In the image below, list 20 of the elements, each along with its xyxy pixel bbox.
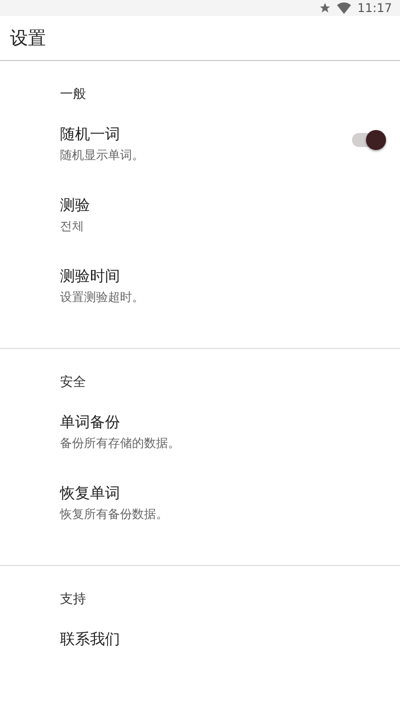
setting-summary: 备份所有存储的数据。: [60, 435, 181, 452]
setting-title[interactable]: 恢复单词: [60, 484, 386, 503]
wifi-icon: [337, 2, 352, 14]
section-title: 一般: [60, 86, 87, 104]
setting-summary: 恢复所有备份数据。: [60, 506, 169, 523]
section-title: 安全: [60, 374, 87, 392]
setting-summary: 전체: [60, 218, 85, 235]
switch-thumb[interactable]: [366, 130, 386, 150]
setting-title[interactable]: 随机一词: [60, 125, 352, 144]
setting-summary: 设置测验超时。: [60, 289, 145, 306]
setting-title[interactable]: 测验: [60, 196, 386, 215]
setting-summary: 随机显示单词。: [60, 147, 145, 164]
status-time: 11:17: [357, 1, 392, 15]
star-icon: [319, 2, 332, 14]
screen-title: 设置: [10, 27, 46, 50]
section-title: 支持: [60, 591, 87, 609]
setting-title[interactable]: 单词备份: [60, 413, 386, 432]
setting-title[interactable]: 联系我们: [60, 630, 386, 649]
setting-title[interactable]: 测验时间: [60, 267, 386, 286]
toggle-switch[interactable]: [352, 133, 386, 147]
